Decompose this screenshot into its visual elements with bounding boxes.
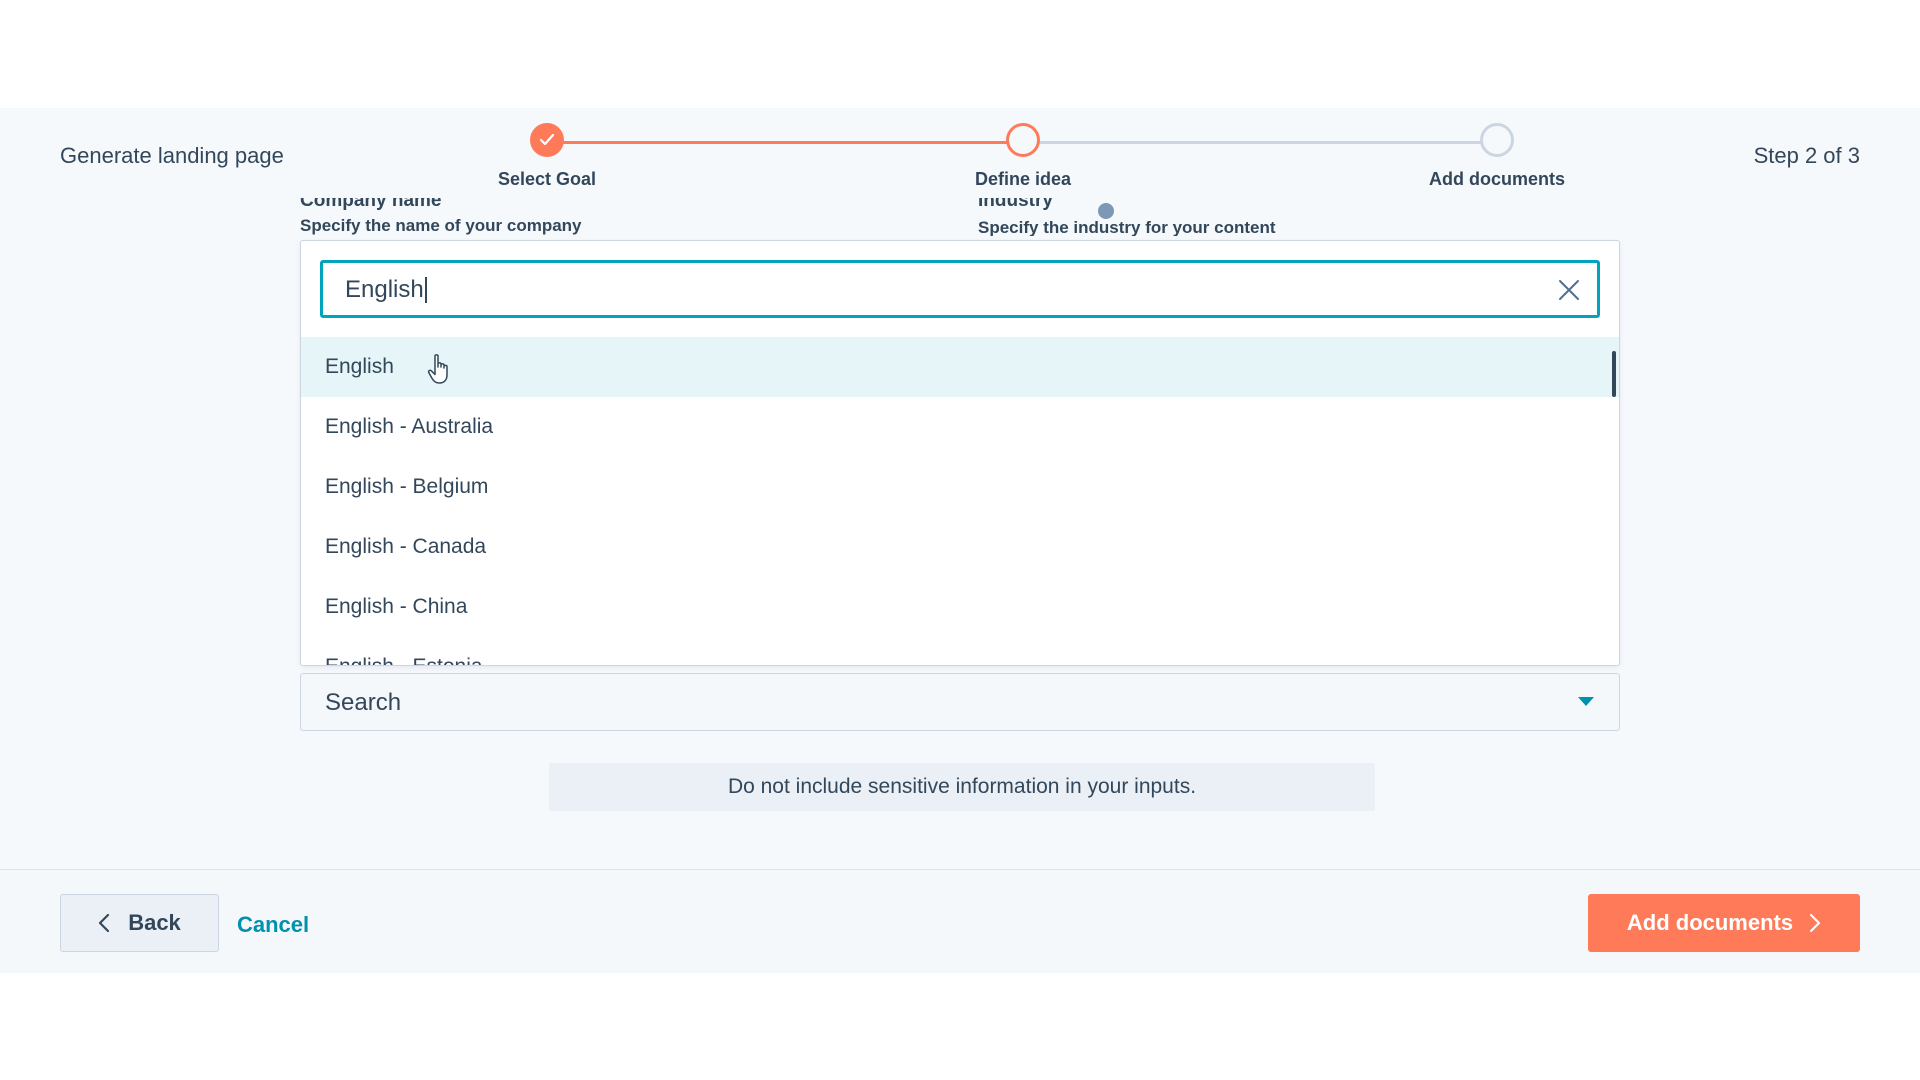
step-active-indicator (1006, 123, 1040, 157)
add-documents-button-label: Add documents (1626, 910, 1794, 935)
step-select-goal: Select Goal (447, 123, 647, 190)
step-label: Add documents (1428, 169, 1565, 189)
dropdown-option[interactable]: English - Belgium (301, 457, 1619, 517)
company-field-header: Company name Specify the name of your co… (300, 198, 900, 236)
step-add-documents: Add documents (1397, 123, 1597, 190)
dropdown-option[interactable]: English - Australia (301, 397, 1619, 457)
industry-help: Specify the industry for your content (978, 218, 1276, 236)
caret-down-icon[interactable] (1577, 696, 1595, 708)
back-button-label: Back (128, 910, 181, 935)
option-label[interactable]: English - Estonia (325, 655, 483, 665)
page-title: Generate landing page (60, 143, 284, 168)
search-select-placeholder: Search (325, 689, 402, 716)
clear-search-button[interactable] (1555, 276, 1583, 304)
company-name-label: Company name (300, 198, 442, 211)
wizard-footer: Back Cancel Add documents (0, 869, 1920, 973)
stepper: Select Goal Define idea Add documents (450, 123, 1575, 203)
search-input-value[interactable]: English (345, 277, 427, 303)
industry-field-header: Industry Specify the industry for your c… (978, 198, 1578, 236)
dropdown-option[interactable]: English - China (301, 577, 1619, 637)
dropdown-option[interactable]: English (301, 337, 1619, 397)
option-label[interactable]: English (325, 355, 394, 379)
info-icon[interactable] (1098, 203, 1114, 219)
step-counter: Step 2 of 3 (1753, 143, 1860, 168)
step-define-idea: Define idea (923, 123, 1123, 190)
chevron-right-icon (1810, 913, 1821, 933)
cancel-link[interactable]: Cancel (237, 912, 309, 938)
chevron-left-icon (99, 913, 110, 933)
option-label[interactable]: English - Canada (325, 535, 486, 559)
dropdown-option[interactable]: English - Canada (301, 517, 1619, 577)
option-label[interactable]: English - Belgium (325, 475, 488, 499)
option-label[interactable]: English - Australia (325, 415, 493, 439)
search-select[interactable]: Search (300, 673, 1620, 731)
privacy-notice: Do not include sensitive information in … (549, 763, 1375, 811)
hand-pointer-icon (427, 354, 448, 384)
language-dropdown: English English English - Australia Engl… (300, 240, 1620, 666)
step-label: Select Goal (497, 169, 597, 189)
dropdown-options-list: English English - Australia English - Be… (301, 337, 1619, 665)
industry-label: Industry (978, 198, 1053, 211)
dropdown-scrollbar[interactable] (1612, 351, 1616, 397)
step-pending-indicator (1480, 123, 1514, 157)
company-name-help: Specify the name of your company (300, 216, 582, 235)
step-complete-indicator (530, 123, 564, 157)
wizard-app: Generate landing page Select Goal Define… (0, 108, 1920, 973)
close-icon[interactable] (1558, 279, 1580, 301)
option-label[interactable]: English - China (325, 595, 467, 619)
check-icon (539, 133, 555, 146)
step-label: Define idea (974, 169, 1072, 189)
back-button[interactable]: Back (60, 894, 219, 952)
dropdown-option[interactable]: English - Estonia (301, 637, 1619, 665)
dropdown-search-input[interactable]: English (320, 260, 1600, 318)
add-documents-button[interactable]: Add documents (1588, 894, 1860, 952)
